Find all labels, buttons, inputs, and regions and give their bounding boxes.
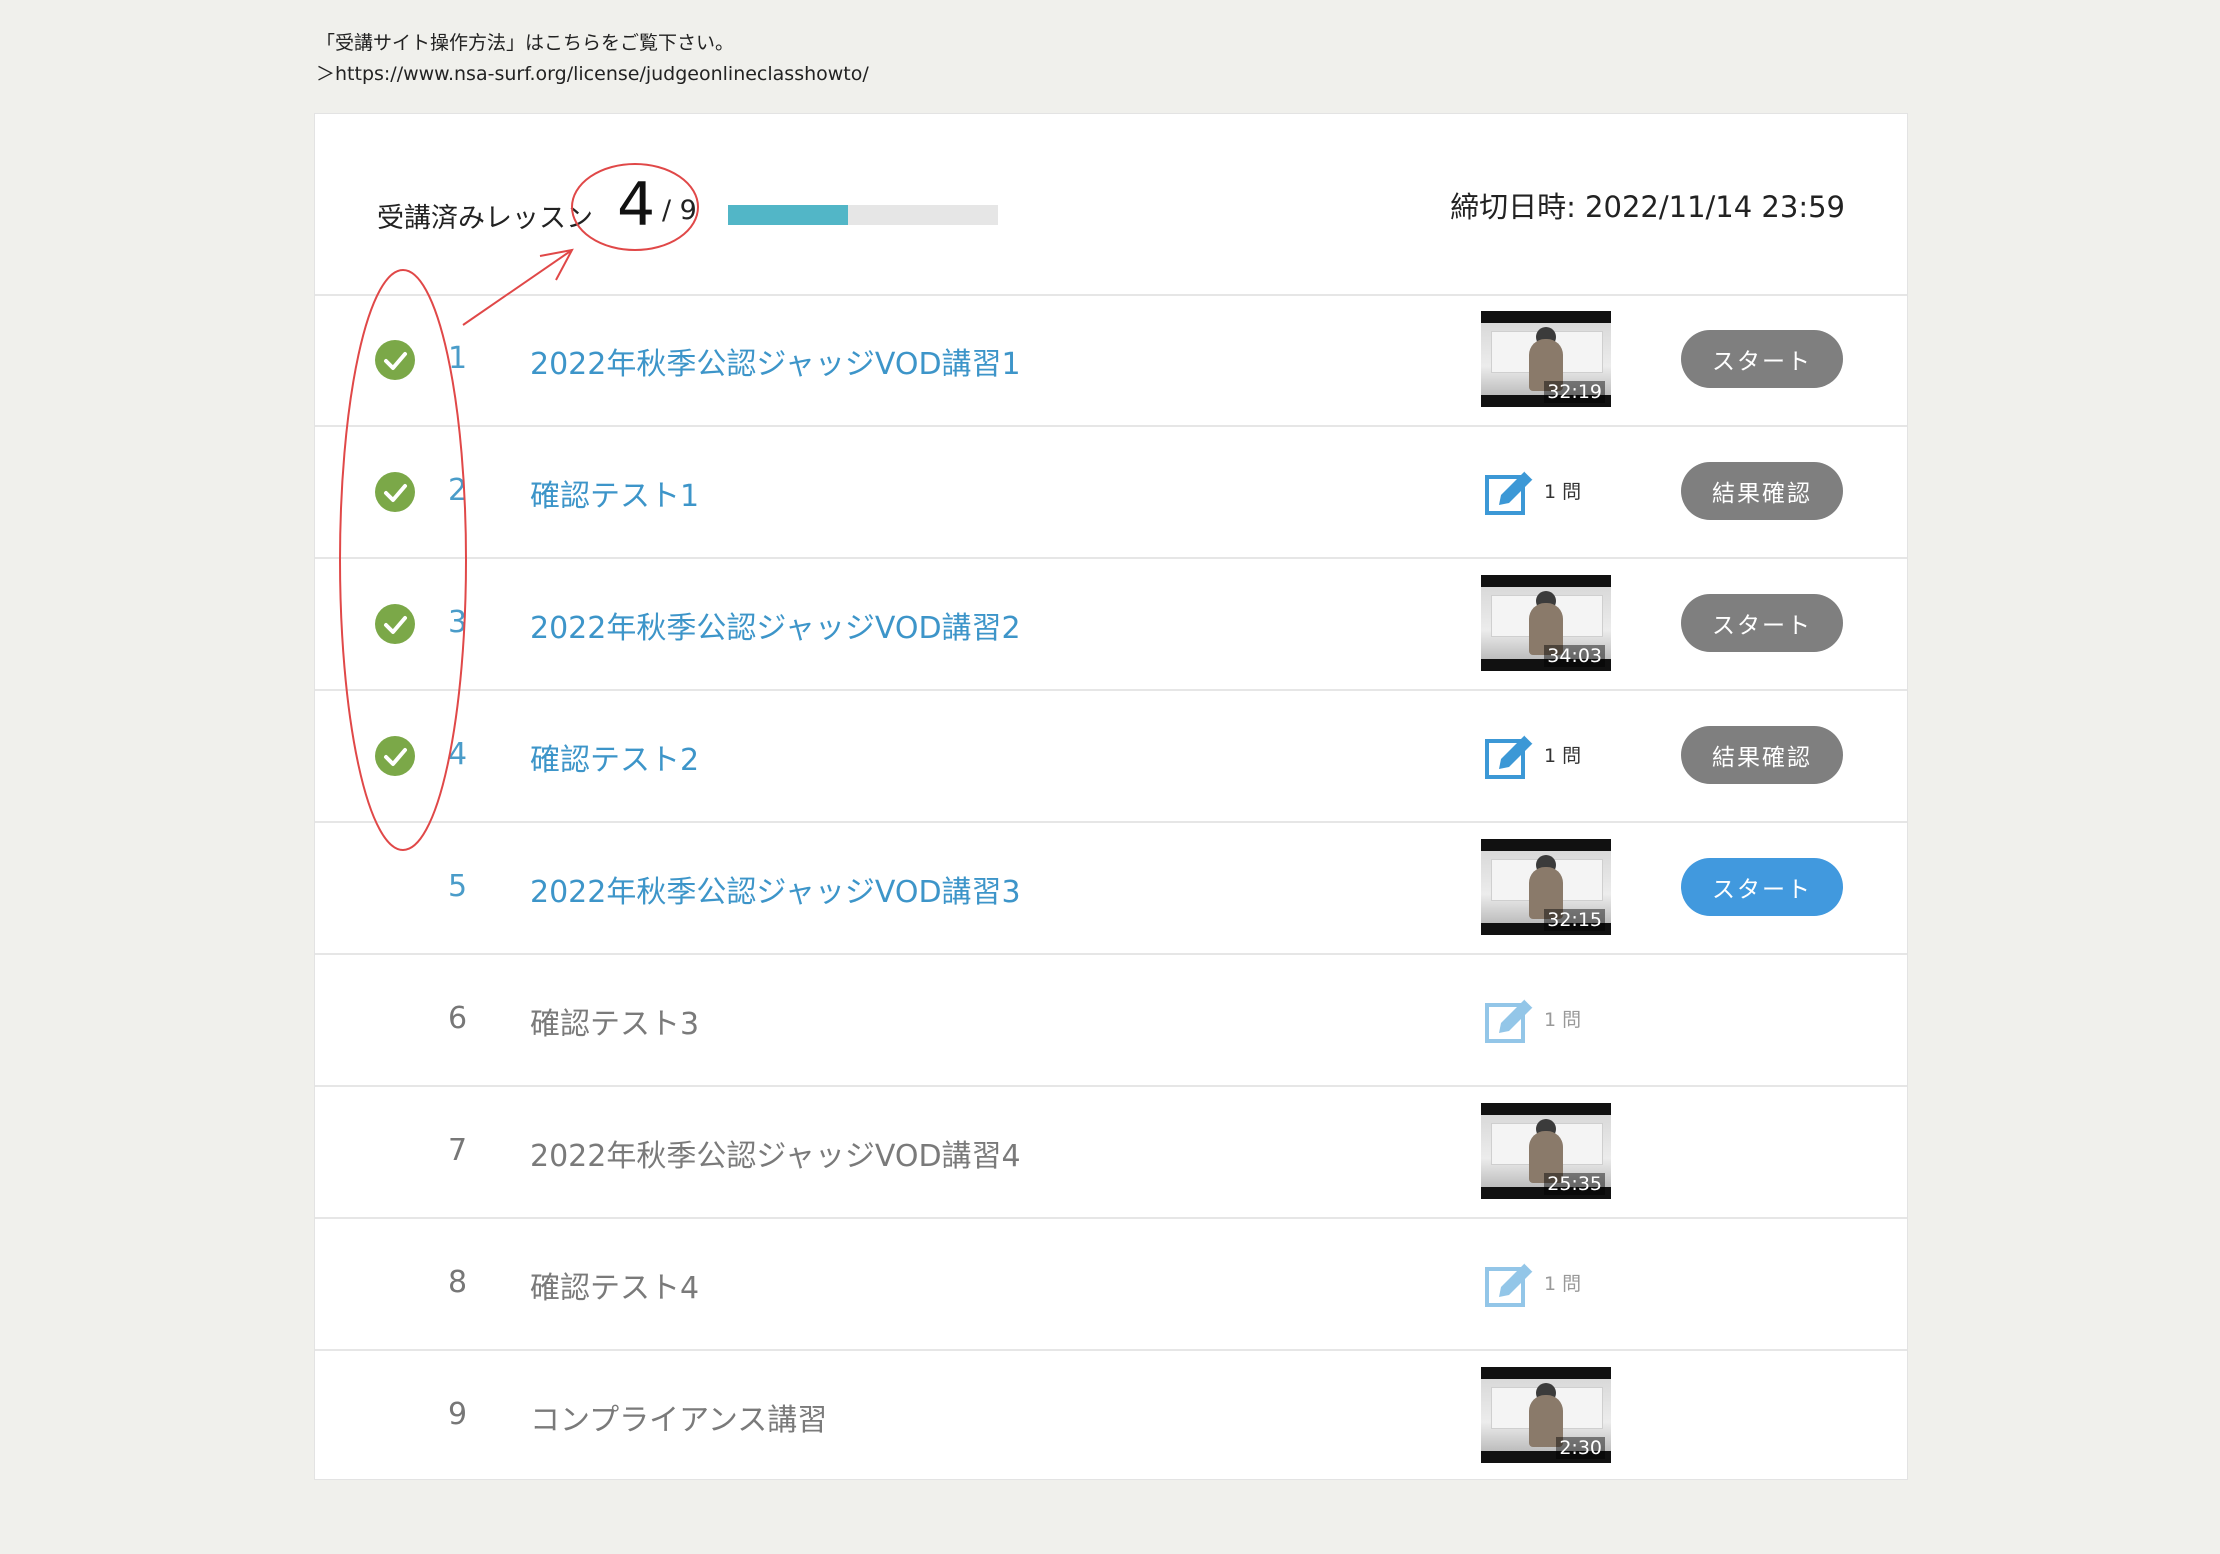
lesson-title[interactable]: 確認テスト1: [530, 471, 699, 515]
video-thumbnail: 2:30: [1481, 1367, 1611, 1463]
lesson-row: 4 確認テスト2 1 問 結果確認: [315, 691, 1907, 823]
progress-fill: [728, 205, 848, 225]
lesson-card: 受講済みレッスン 4 / 9 締切日時: 2022/11/14 23:59 1 2…: [314, 113, 1908, 1480]
pencil-edit-icon: [1485, 998, 1534, 1043]
video-duration: 34:03: [1544, 645, 1605, 667]
start-button[interactable]: スタート: [1681, 858, 1843, 916]
lesson-title: 2022年秋季公認ジャッジVOD講習4: [530, 1139, 1021, 1174]
lesson-number: 3: [448, 605, 468, 640]
question-count: 1 問: [1544, 1009, 1582, 1031]
result-button[interactable]: 結果確認: [1681, 462, 1843, 520]
video-thumbnail[interactable]: 34:03: [1481, 575, 1611, 671]
check-circle-icon: [375, 604, 415, 644]
howto-link[interactable]: ＞https://www.nsa-surf.org/license/judgeo…: [316, 63, 869, 85]
lesson-row: 5 2022年秋季公認ジャッジVOD講習3 32:15 スタート: [315, 823, 1907, 955]
lesson-number: 6: [448, 1001, 468, 1036]
video-duration: 2:30: [1556, 1437, 1605, 1459]
lesson-row: 2 確認テスト1 1 問 結果確認: [315, 427, 1907, 559]
lesson-row: 1 2022年秋季公認ジャッジVOD講習1 32:19 スタート: [315, 295, 1907, 427]
completed-label: 受講済みレッスン: [377, 203, 593, 234]
check-circle-icon: [375, 736, 415, 776]
lesson-row: 3 2022年秋季公認ジャッジVOD講習2 34:03 スタート: [315, 559, 1907, 691]
question-count: 1 問: [1544, 1273, 1582, 1295]
check-circle-icon: [375, 340, 415, 380]
video-duration: 32:19: [1544, 381, 1605, 403]
lesson-row: 6 確認テスト3 1 問: [315, 955, 1907, 1087]
lesson-title[interactable]: 2022年秋季公認ジャッジVOD講習2: [530, 603, 1021, 647]
progress-bar: [728, 205, 998, 225]
lesson-title: 確認テスト4: [530, 1271, 700, 1306]
lesson-number: 8: [448, 1265, 468, 1300]
lesson-title: コンプライアンス講習: [530, 1403, 828, 1438]
lesson-number: 7: [448, 1133, 468, 1168]
total-count: / 9: [662, 195, 697, 226]
lesson-row: 9 コンプライアンス講習 2:30: [315, 1351, 1907, 1481]
lesson-row: 8 確認テスト4 1 問: [315, 1219, 1907, 1351]
video-duration: 32:15: [1544, 909, 1605, 931]
start-button[interactable]: スタート: [1681, 594, 1843, 652]
lesson-title[interactable]: 2022年秋季公認ジャッジVOD講習1: [530, 339, 1021, 383]
pencil-edit-icon: [1485, 470, 1534, 515]
video-thumbnail[interactable]: 32:19: [1481, 311, 1611, 407]
pencil-edit-icon: [1485, 1262, 1534, 1307]
result-button[interactable]: 結果確認: [1681, 726, 1843, 784]
lesson-number: 4: [448, 737, 468, 772]
lesson-number: 9: [448, 1397, 468, 1432]
video-duration: 25:35: [1544, 1173, 1605, 1195]
deadline: 締切日時: 2022/11/14 23:59: [1450, 190, 1845, 224]
completed-count: 4: [617, 170, 656, 240]
lesson-title: 確認テスト3: [530, 1007, 700, 1042]
lesson-title[interactable]: 2022年秋季公認ジャッジVOD講習3: [530, 867, 1021, 911]
question-count: 1 問: [1544, 481, 1582, 503]
start-button[interactable]: スタート: [1681, 330, 1843, 388]
notice-text: 「受講サイト操作方法」はこちらをご覧下さい。: [316, 32, 735, 54]
lesson-number: 1: [448, 341, 468, 376]
video-thumbnail: 25:35: [1481, 1103, 1611, 1199]
question-count: 1 問: [1544, 745, 1582, 767]
pencil-edit-icon: [1485, 734, 1534, 779]
notice: 「受講サイト操作方法」はこちらをご覧下さい。 ＞https://www.nsa-…: [316, 28, 869, 90]
lesson-number: 2: [448, 473, 468, 508]
lesson-list: 1 2022年秋季公認ジャッジVOD講習1 32:19 スタート 2 確認テスト1 1 問結…: [315, 295, 1907, 1481]
lesson-row: 7 2022年秋季公認ジャッジVOD講習4 25:35: [315, 1087, 1907, 1219]
check-circle-icon: [375, 472, 415, 512]
progress-summary: 受講済みレッスン 4 / 9 締切日時: 2022/11/14 23:59: [315, 114, 1907, 296]
lesson-title[interactable]: 確認テスト2: [530, 735, 699, 779]
lesson-number: 5: [448, 869, 468, 904]
video-thumbnail[interactable]: 32:15: [1481, 839, 1611, 935]
